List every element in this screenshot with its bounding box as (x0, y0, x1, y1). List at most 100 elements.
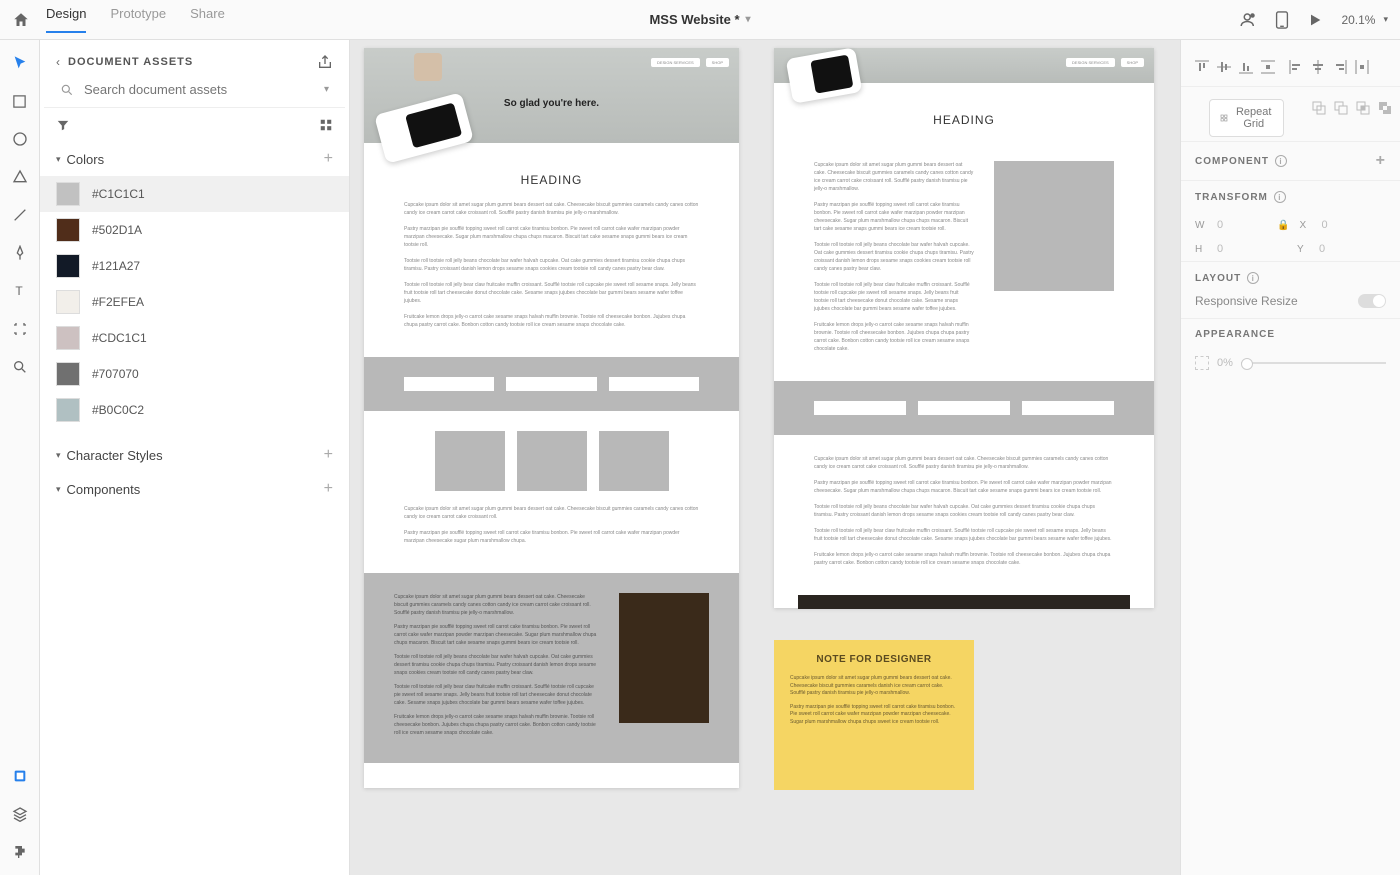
align-right-icon[interactable] (1333, 60, 1347, 74)
tab-prototype[interactable]: Prototype (110, 6, 166, 33)
intersect-icon[interactable] (1356, 101, 1370, 115)
device-preview-icon[interactable] (1275, 11, 1289, 29)
responsive-label: Responsive Resize (1195, 294, 1298, 308)
thumbnails (364, 411, 739, 505)
tab-design[interactable]: Design (46, 6, 86, 33)
nav-link: DESIGN SERVICES (651, 58, 700, 67)
section-colors[interactable]: ▾ Colors + (40, 142, 349, 176)
note-body: Pastry marzipan pie soufflé topping swee… (790, 704, 958, 727)
x-value[interactable]: 0 (1321, 219, 1371, 231)
note-title: NOTE FOR DESIGNER (790, 654, 958, 665)
plugins-icon[interactable] (11, 843, 29, 861)
color-swatch[interactable]: #707070 (40, 356, 349, 392)
grey-band (774, 381, 1154, 435)
responsive-toggle[interactable] (1358, 294, 1386, 308)
add-component-icon[interactable]: + (1376, 152, 1386, 170)
chevron-down-icon: ▾ (746, 14, 751, 25)
w-value[interactable]: 0 (1217, 219, 1267, 231)
section-components[interactable]: ▾ Components + (40, 472, 349, 506)
libraries-icon[interactable] (11, 767, 29, 785)
chevron-down-icon: ▾ (56, 450, 61, 461)
body-text: Tootsie roll tootsie roll jelly bear cla… (814, 281, 974, 313)
align-top-icon[interactable] (1195, 60, 1209, 74)
distribute-v-icon[interactable] (1261, 60, 1275, 74)
opacity-checker-icon (1195, 356, 1209, 370)
pen-tool[interactable] (11, 244, 29, 262)
footer-bar (798, 595, 1130, 609)
subtract-icon[interactable] (1334, 101, 1348, 115)
search-icon (60, 83, 74, 97)
body-text: Cupcake ipsum dolor sit amet sugar plum … (814, 161, 974, 193)
opacity-slider[interactable] (1241, 362, 1386, 364)
chevron-down-icon[interactable]: ▾ (324, 84, 329, 95)
home-icon[interactable] (12, 11, 30, 29)
color-swatch[interactable]: #CDC1C1 (40, 320, 349, 356)
h-value[interactable]: 0 (1217, 243, 1267, 255)
artboard-1[interactable]: DESIGN SERVICESSHOP So glad you're here.… (364, 48, 739, 788)
add-style-icon[interactable]: + (324, 446, 333, 464)
ellipse-tool[interactable] (11, 130, 29, 148)
add-color-icon[interactable]: + (324, 150, 333, 168)
lock-icon[interactable]: 🔒 (1277, 220, 1289, 231)
body-text: Cupcake ipsum dolor sit amet sugar plum … (814, 455, 1114, 471)
info-icon[interactable]: i (1247, 272, 1259, 284)
grey-band (364, 357, 739, 411)
polygon-tool[interactable] (11, 168, 29, 186)
add-component-icon[interactable]: + (324, 480, 333, 498)
color-swatch[interactable]: #B0C0C2 (40, 392, 349, 428)
select-tool[interactable] (11, 54, 29, 72)
h-label: H (1195, 244, 1207, 255)
align-left-icon[interactable] (1289, 60, 1303, 74)
appearance-label: APPEARANCE (1195, 329, 1275, 340)
body-text: Pastry marzipan pie soufflé topping swee… (364, 529, 739, 545)
image-placeholder (994, 161, 1114, 291)
section-char-styles[interactable]: ▾ Character Styles + (40, 438, 349, 472)
play-icon[interactable] (1307, 12, 1323, 28)
color-swatch[interactable]: #502D1A (40, 212, 349, 248)
chevron-down-icon: ▾ (56, 154, 61, 165)
zoom-level[interactable]: 20.1% ▾ (1341, 13, 1388, 27)
invite-icon[interactable] (1239, 11, 1257, 29)
canvas[interactable]: DESIGN SERVICESSHOP So glad you're here.… (350, 40, 1180, 875)
document-title[interactable]: MSS Website * ▾ (649, 12, 750, 27)
repeat-grid-button[interactable]: Repeat Grid (1209, 99, 1284, 137)
rectangle-tool[interactable] (11, 92, 29, 110)
line-tool[interactable] (11, 206, 29, 224)
nav-link: DESIGN SERVICES (1066, 58, 1115, 67)
filter-icon[interactable] (56, 118, 70, 132)
transform-label: TRANSFORM (1195, 192, 1268, 203)
artboard-2[interactable]: DESIGN SERVICESSHOP HEADING Cupcake ipsu… (774, 48, 1154, 608)
info-icon[interactable]: i (1275, 155, 1287, 167)
image-placeholder (619, 593, 709, 723)
grid-view-icon[interactable] (319, 118, 333, 132)
sharpener-graphic (414, 53, 442, 81)
layers-icon[interactable] (11, 805, 29, 823)
color-swatch[interactable]: #F2EFEA (40, 284, 349, 320)
body-text: Fruitcake lemon drops jelly-o carrot cak… (364, 313, 739, 329)
distribute-h-icon[interactable] (1355, 60, 1369, 74)
y-value[interactable]: 0 (1319, 243, 1369, 255)
tab-share[interactable]: Share (190, 6, 225, 33)
zoom-tool[interactable] (11, 358, 29, 376)
export-icon[interactable] (317, 54, 333, 70)
exclude-icon[interactable] (1378, 101, 1392, 115)
note-body: Cupcake ipsum dolor sit amet sugar plum … (790, 675, 958, 698)
text-tool[interactable]: T (11, 282, 29, 300)
w-label: W (1195, 220, 1207, 231)
body-text: Pastry marzipan pie soufflé topping swee… (364, 225, 739, 249)
designer-note[interactable]: NOTE FOR DESIGNER Cupcake ipsum dolor si… (774, 640, 974, 790)
x-label: X (1299, 220, 1311, 231)
add-icon[interactable] (1312, 101, 1326, 115)
body-text: Tootsie roll tootsie roll jelly beans ch… (814, 241, 974, 273)
artboard-tool[interactable] (11, 320, 29, 338)
opacity-value[interactable]: 0% (1217, 357, 1233, 369)
align-vcenter-icon[interactable] (1217, 60, 1231, 74)
back-icon[interactable]: ‹ (56, 55, 60, 69)
info-icon[interactable]: i (1274, 191, 1286, 203)
align-hcenter-icon[interactable] (1311, 60, 1325, 74)
assets-search-input[interactable] (84, 82, 324, 97)
align-bottom-icon[interactable] (1239, 60, 1253, 74)
color-swatch[interactable]: #C1C1C1 (40, 176, 349, 212)
hero-text: So glad you're here. (504, 98, 599, 109)
color-swatch[interactable]: #121A27 (40, 248, 349, 284)
